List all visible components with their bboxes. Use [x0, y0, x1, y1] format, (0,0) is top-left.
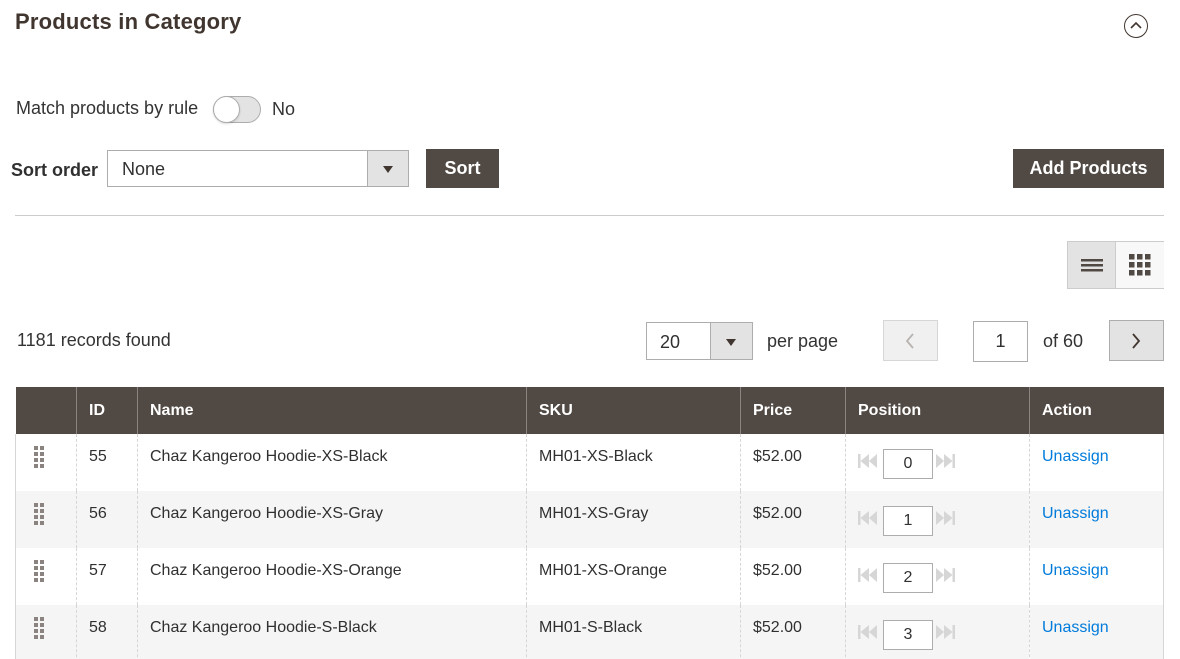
drag-handle-icon[interactable] — [34, 560, 46, 582]
grid-view-button[interactable] — [1116, 242, 1164, 288]
chevron-left-icon — [905, 333, 914, 349]
cell-price: $52.00 — [740, 605, 846, 659]
chevron-right-icon — [1132, 333, 1141, 349]
column-header-price[interactable]: Price — [740, 387, 846, 434]
move-first-icon[interactable] — [858, 454, 880, 468]
table-row: 55 Chaz Kangeroo Hoodie-XS-Black MH01-XS… — [15, 434, 1164, 491]
list-view-button[interactable] — [1068, 242, 1116, 288]
cell-sku: MH01-XS-Black — [526, 434, 741, 491]
column-header-id[interactable]: ID — [76, 387, 138, 434]
cell-position: 0 — [845, 434, 1030, 491]
move-last-icon[interactable] — [936, 568, 958, 582]
cell-sku: MH01-XS-Orange — [526, 548, 741, 605]
current-page-input[interactable]: 1 — [973, 321, 1028, 362]
add-products-button[interactable]: Add Products — [1013, 149, 1164, 188]
dropdown-arrow-icon — [367, 151, 408, 186]
sort-order-value: None — [122, 159, 166, 179]
drag-handle-icon[interactable] — [34, 617, 46, 639]
grid-view-icon — [1129, 254, 1151, 276]
toggle-knob — [213, 96, 240, 123]
next-page-button[interactable] — [1109, 320, 1164, 361]
sort-button[interactable]: Sort — [426, 149, 499, 188]
drag-cell — [15, 434, 77, 491]
previous-page-button[interactable] — [883, 320, 938, 361]
toggle-state-text: No — [272, 99, 296, 119]
drag-cell — [15, 491, 77, 548]
cell-action: Unassign — [1029, 548, 1164, 605]
drag-handle-icon[interactable] — [34, 446, 46, 468]
move-first-icon[interactable] — [858, 568, 880, 582]
cell-id: 58 — [76, 605, 138, 659]
cell-name: Chaz Kangeroo Hoodie-XS-Gray — [137, 491, 527, 548]
table-row: 58 Chaz Kangeroo Hoodie-S-Black MH01-S-B… — [15, 605, 1164, 659]
unassign-link[interactable]: Unassign — [1042, 562, 1109, 579]
table-row: 56 Chaz Kangeroo Hoodie-XS-Gray MH01-XS-… — [15, 491, 1164, 548]
column-header-select — [15, 387, 77, 434]
cell-name: Chaz Kangeroo Hoodie-S-Black — [137, 605, 527, 659]
position-input[interactable]: 1 — [883, 506, 933, 536]
cell-price: $52.00 — [740, 434, 846, 491]
cell-action: Unassign — [1029, 434, 1164, 491]
section-title: Products in Category — [15, 9, 242, 34]
unassign-link[interactable]: Unassign — [1042, 619, 1109, 636]
column-header-name[interactable]: Name — [137, 387, 527, 434]
match-products-label: Match products by rule — [16, 98, 199, 118]
cell-position: 3 — [845, 605, 1030, 659]
view-mode-switch — [1067, 241, 1164, 289]
cell-action: Unassign — [1029, 491, 1164, 548]
move-first-icon[interactable] — [858, 625, 880, 639]
cell-sku: MH01-S-Black — [526, 605, 741, 659]
cell-name: Chaz Kangeroo Hoodie-XS-Orange — [137, 548, 527, 605]
move-last-icon[interactable] — [936, 625, 958, 639]
match-products-toggle[interactable] — [213, 96, 261, 123]
grid-header-row: ID Name SKU Price Position Action — [15, 387, 1164, 434]
cell-position: 1 — [845, 491, 1030, 548]
cell-sku: MH01-XS-Gray — [526, 491, 741, 548]
records-found: 1181 records found — [17, 330, 171, 350]
cell-id: 57 — [76, 548, 138, 605]
unassign-link[interactable]: Unassign — [1042, 505, 1109, 522]
drag-handle-icon[interactable] — [34, 503, 46, 525]
position-input[interactable]: 0 — [883, 449, 933, 479]
list-view-icon — [1081, 259, 1103, 272]
column-header-action: Action — [1029, 387, 1164, 434]
per-page-label: per page — [767, 331, 839, 351]
cell-action: Unassign — [1029, 605, 1164, 659]
drag-cell — [15, 548, 77, 605]
unassign-link[interactable]: Unassign — [1042, 448, 1109, 465]
cell-name: Chaz Kangeroo Hoodie-XS-Black — [137, 434, 527, 491]
move-last-icon[interactable] — [936, 454, 958, 468]
total-pages-label: of 60 — [1043, 331, 1084, 351]
per-page-select[interactable]: 20 — [646, 322, 753, 360]
table-row: 57 Chaz Kangeroo Hoodie-XS-Orange MH01-X… — [15, 548, 1164, 605]
cell-id: 55 — [76, 434, 138, 491]
sort-order-label: Sort order — [11, 160, 99, 180]
dropdown-arrow-icon — [710, 323, 752, 359]
cell-id: 56 — [76, 491, 138, 548]
move-last-icon[interactable] — [936, 511, 958, 525]
position-input[interactable]: 2 — [883, 563, 933, 593]
position-input[interactable]: 3 — [883, 620, 933, 650]
sort-order-select[interactable]: None — [107, 150, 409, 187]
collapse-section-button[interactable] — [1124, 14, 1148, 38]
section-divider — [15, 215, 1164, 216]
cell-position: 2 — [845, 548, 1030, 605]
per-page-value: 20 — [660, 332, 681, 352]
drag-cell — [15, 605, 77, 659]
move-first-icon[interactable] — [858, 511, 880, 525]
column-header-position[interactable]: Position — [845, 387, 1030, 434]
cell-price: $52.00 — [740, 548, 846, 605]
column-header-sku[interactable]: SKU — [526, 387, 741, 434]
products-grid: ID Name SKU Price Position Action 55 Cha… — [15, 387, 1164, 659]
chevron-up-icon — [1130, 21, 1142, 29]
cell-price: $52.00 — [740, 491, 846, 548]
